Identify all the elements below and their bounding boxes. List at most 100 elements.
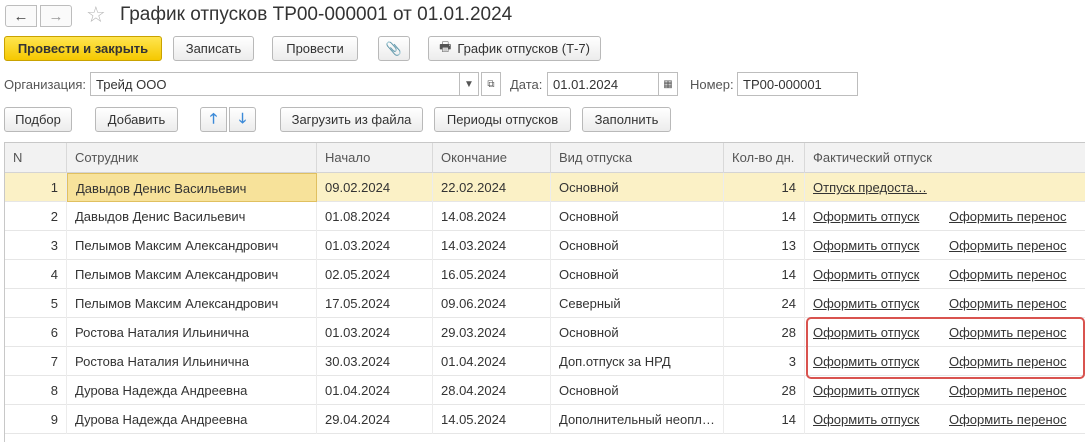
printer-icon: 🖶 [439, 38, 452, 54]
organization-open-button[interactable]: ⧉ [481, 72, 501, 96]
forward-button[interactable]: → [40, 5, 72, 27]
actual-vacation-link[interactable]: Оформить отпуск [805, 231, 941, 260]
column-header-start[interactable]: Начало [317, 143, 433, 173]
table-row[interactable]: 4 Пелымов Максим Александрович 02.05.2024 1… [5, 260, 1085, 289]
actual-vacation-link[interactable]: Оформить отпуск [805, 260, 941, 289]
print-schedule-button[interactable]: 🖶 График отпусков (Т-7) [428, 36, 601, 61]
cell-days: 24 [724, 289, 805, 318]
cell-n: 8 [5, 376, 67, 405]
cell-start: 01.03.2024 [317, 318, 433, 347]
fill-button[interactable]: Заполнить [582, 107, 671, 132]
vacation-schedule-table: N Сотрудник Начало Окончание Вид отпуска… [4, 142, 1085, 442]
move-down-button[interactable]: 🡓 [229, 107, 256, 132]
column-header-n[interactable]: N [5, 143, 67, 173]
cell-end: 14.03.2024 [433, 231, 551, 260]
cell-days: 13 [724, 231, 805, 260]
cell-end: 22.02.2024 [433, 173, 551, 202]
column-header-actual-vacation[interactable]: Фактический отпуск [805, 143, 1085, 173]
table-row[interactable]: 5 Пелымов Максим Александрович 17.05.2024 0… [5, 289, 1085, 318]
print-schedule-label: График отпусков (Т-7) [457, 41, 590, 56]
transfer-link[interactable]: Оформить перенос [941, 318, 1085, 347]
date-field[interactable]: 01.01.2024 [547, 72, 659, 96]
back-button[interactable]: ← [5, 5, 37, 27]
actual-vacation-link[interactable]: Оформить отпуск [805, 405, 941, 434]
move-up-button[interactable]: 🡑 [200, 107, 227, 132]
cell-vacation-type: Дополнительный неопл… [551, 405, 724, 434]
cell-n: 1 [5, 173, 67, 202]
cell-days: 14 [724, 260, 805, 289]
cell-vacation-type: Основной [551, 173, 724, 202]
add-button[interactable]: Добавить [95, 107, 178, 132]
cell-end: 28.04.2024 [433, 376, 551, 405]
vacation-periods-button[interactable]: Периоды отпусков [434, 107, 571, 132]
cell-end: 14.05.2024 [433, 405, 551, 434]
cell-employee: Пелымов Максим Александрович [67, 260, 317, 289]
arrow-left-icon: ← [13, 7, 29, 25]
column-header-days[interactable]: Кол-во дн. [724, 143, 805, 173]
table-row[interactable]: 8 Дурова Надежда Андреевна 01.04.2024 28.04… [5, 376, 1085, 405]
cell-start: 02.05.2024 [317, 260, 433, 289]
cell-employee: Дурова Надежда Андреевна [67, 376, 317, 405]
chevron-down-icon: ▼ [464, 78, 474, 90]
transfer-link[interactable]: Оформить перенос [941, 289, 1085, 318]
organization-field[interactable]: Трейд ООО [90, 72, 460, 96]
organization-label: Организация: [4, 77, 87, 92]
table-row[interactable]: 2 Давыдов Денис Васильевич 01.08.2024 14.08… [5, 202, 1085, 231]
cell-vacation-type: Доп.отпуск за НРД [551, 347, 724, 376]
actual-vacation-link[interactable]: Оформить отпуск [805, 318, 941, 347]
transfer-link[interactable]: Оформить перенос [941, 231, 1085, 260]
organization-dropdown-button[interactable]: ▼ [459, 72, 479, 96]
cell-end: 29.03.2024 [433, 318, 551, 347]
save-button[interactable]: Записать [173, 36, 254, 61]
transfer-link[interactable]: Оформить перенос [941, 405, 1085, 434]
actual-vacation-link[interactable]: Оформить отпуск [805, 202, 941, 231]
cell-employee: Пелымов Максим Александрович [67, 289, 317, 318]
table-row[interactable]: 7 Ростова Наталия Ильинична 30.03.2024 01.0… [5, 347, 1085, 376]
table-row[interactable]: 6 Ростова Наталия Ильинична 01.03.2024 29.0… [5, 318, 1085, 347]
number-field[interactable]: ТР00-000001 [737, 72, 858, 96]
arrow-up-icon: 🡑 [209, 109, 218, 126]
cell-n: 7 [5, 347, 67, 376]
calendar-icon: ▦ [663, 78, 673, 90]
cell-vacation-type: Основной [551, 260, 724, 289]
transfer-link[interactable]: Оформить перенос [941, 376, 1085, 405]
attach-button[interactable]: 📎 [378, 36, 410, 61]
cell-days: 14 [724, 202, 805, 231]
transfer-link[interactable] [941, 173, 1085, 202]
actual-vacation-link[interactable]: Отпуск предоста… [805, 173, 941, 202]
open-link-icon: ⧉ [487, 78, 495, 90]
column-header-end[interactable]: Окончание [433, 143, 551, 173]
transfer-link[interactable]: Оформить перенос [941, 202, 1085, 231]
cell-vacation-type: Основной [551, 231, 724, 260]
transfer-link[interactable]: Оформить перенос [941, 260, 1085, 289]
actual-vacation-link[interactable]: Оформить отпуск [805, 347, 941, 376]
cell-employee: Ростова Наталия Ильинична [67, 347, 317, 376]
cell-vacation-type: Основной [551, 376, 724, 405]
select-button[interactable]: Подбор [4, 107, 72, 132]
column-header-vacation-type[interactable]: Вид отпуска [551, 143, 724, 173]
post-and-close-button[interactable]: Провести и закрыть [4, 36, 162, 61]
cell-start: 01.03.2024 [317, 231, 433, 260]
column-header-employee[interactable]: Сотрудник [67, 143, 317, 173]
transfer-link[interactable]: Оформить перенос [941, 347, 1085, 376]
date-picker-button[interactable]: ▦ [658, 72, 678, 96]
cell-start: 09.02.2024 [317, 173, 433, 202]
favorite-star-icon[interactable]: ☆ [86, 2, 106, 28]
cell-vacation-type: Северный [551, 289, 724, 318]
title-bar: ← → ☆ График отпусков ТР00-000001 от 01.… [0, 0, 1085, 32]
cell-n: 5 [5, 289, 67, 318]
cell-end: 01.04.2024 [433, 347, 551, 376]
table-row[interactable]: 3 Пелымов Максим Александрович 01.03.2024 1… [5, 231, 1085, 260]
post-button[interactable]: Провести [272, 36, 358, 61]
actual-vacation-link[interactable]: Оформить отпуск [805, 289, 941, 318]
arrow-right-icon: → [48, 7, 64, 25]
date-label: Дата: [510, 77, 543, 92]
cell-n: 2 [5, 202, 67, 231]
actual-vacation-link[interactable]: Оформить отпуск [805, 376, 941, 405]
table-row[interactable]: 9 Дурова Надежда Андреевна 29.04.2024 14.05… [5, 405, 1085, 434]
cell-start: 01.04.2024 [317, 376, 433, 405]
table-row[interactable]: 1 Давыдов Денис Васильевич 09.02.2024 22.02… [5, 173, 1085, 202]
number-label: Номер: [690, 77, 734, 92]
cell-n: 4 [5, 260, 67, 289]
load-from-file-button[interactable]: Загрузить из файла [280, 107, 423, 132]
